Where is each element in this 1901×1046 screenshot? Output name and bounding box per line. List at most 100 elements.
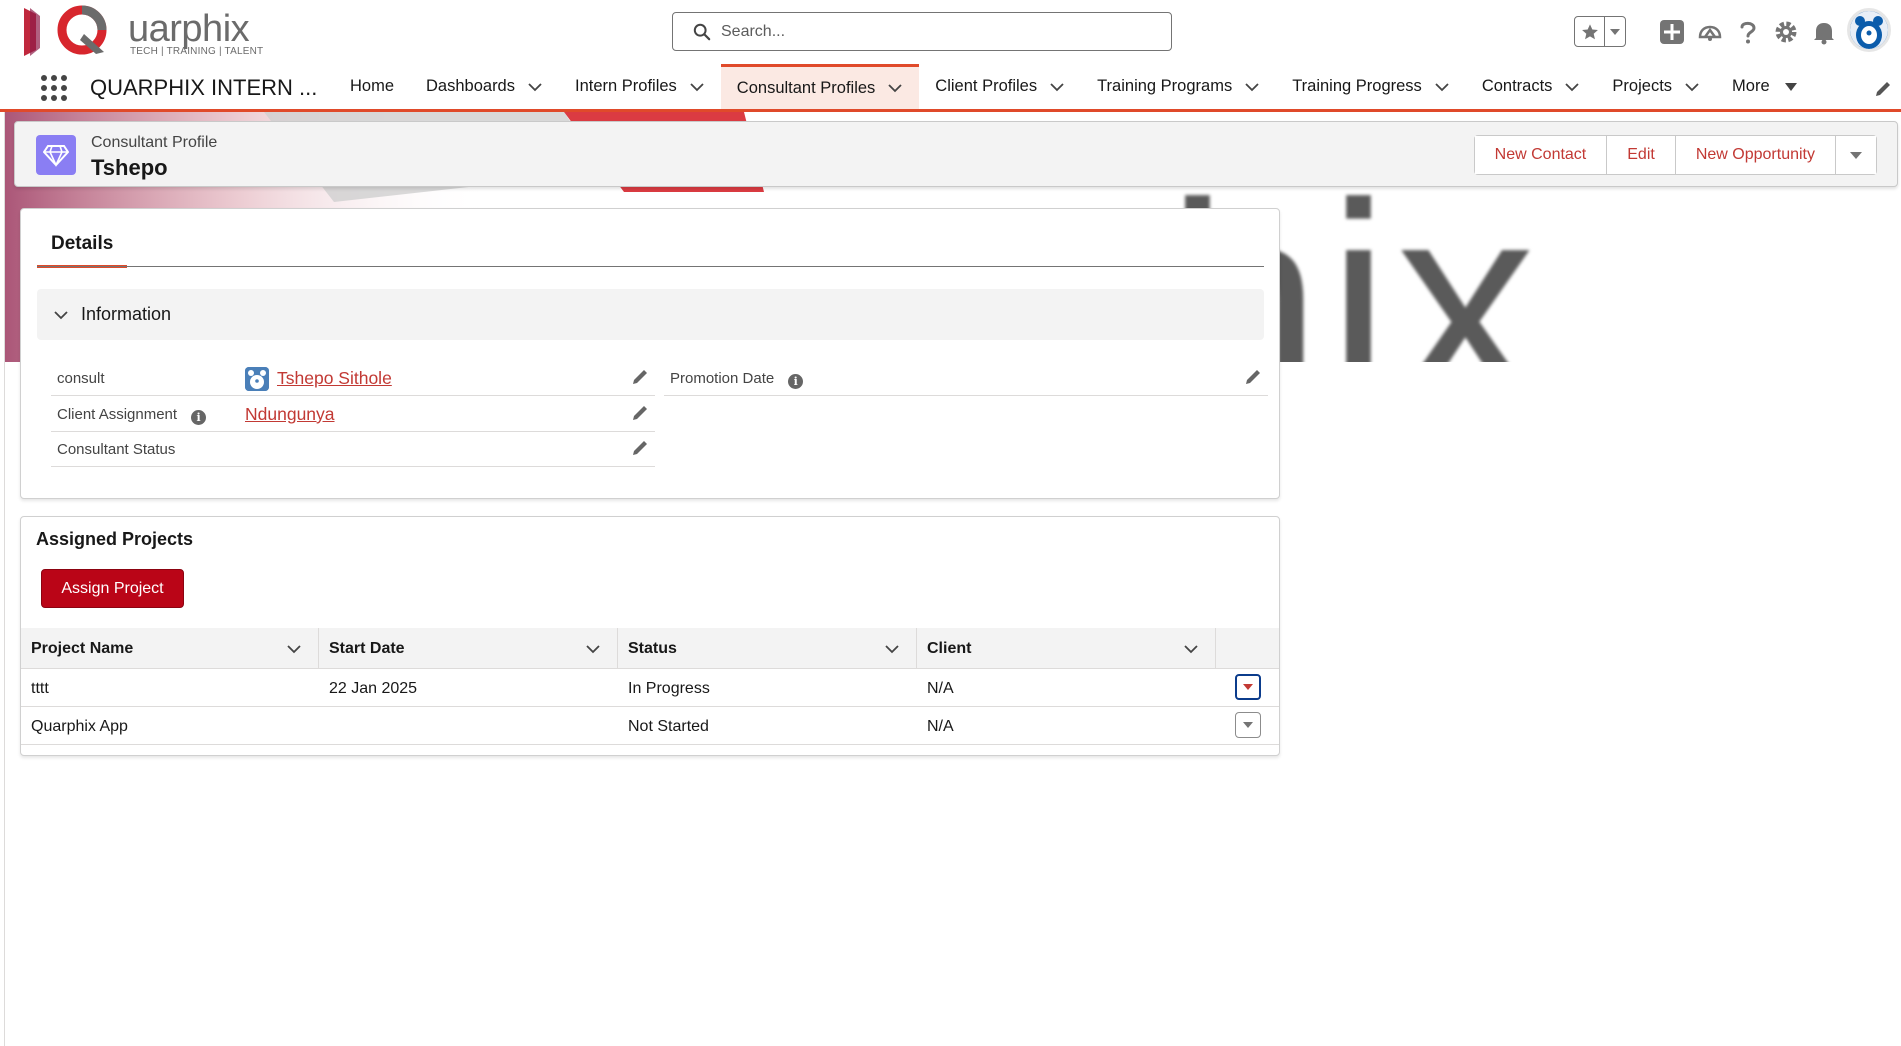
pencil-icon[interactable] <box>631 404 649 422</box>
new-opportunity-button[interactable]: New Opportunity <box>1675 136 1836 174</box>
caret-down-icon <box>1243 722 1253 728</box>
quarphix-logo[interactable]: uarphix TECH | TRAINING | TALENT <box>22 4 264 60</box>
logo-wordmark: uarphix <box>128 8 250 50</box>
table-row: Quarphix App Not Started N/A <box>21 707 1279 745</box>
edit-button[interactable]: Edit <box>1607 136 1676 174</box>
nav-item-label: Consultant Profiles <box>736 78 876 97</box>
search-input[interactable] <box>721 20 1151 44</box>
pencil-icon[interactable] <box>631 368 649 386</box>
more-actions-button[interactable] <box>1836 136 1876 174</box>
row-actions-button[interactable] <box>1235 712 1261 738</box>
edit-nav-icon[interactable] <box>1874 80 1892 98</box>
caret-down-icon <box>1243 684 1253 690</box>
chevron-down-icon[interactable] <box>1434 79 1450 95</box>
favorites-group <box>1574 16 1626 47</box>
info-icon[interactable]: i <box>191 410 207 425</box>
new-contact-button[interactable]: New Contact <box>1474 136 1608 174</box>
caret-down-icon <box>1610 28 1620 35</box>
chevron-down-icon[interactable] <box>689 79 705 95</box>
caret-down-icon <box>1850 152 1862 159</box>
field-consult: consult Tshepo Sithole <box>51 362 655 396</box>
user-avatar[interactable] <box>1847 8 1891 52</box>
chevron-down-icon[interactable] <box>1244 79 1260 95</box>
app-launcher-button[interactable] <box>40 74 68 102</box>
chevron-down-icon[interactable] <box>585 641 601 657</box>
nav-item-client-profiles[interactable]: Client Profiles <box>919 64 1081 109</box>
column-label: Project Name <box>31 640 134 657</box>
assign-project-button[interactable]: Assign Project <box>41 569 184 608</box>
nav-item-dashboards[interactable]: Dashboards <box>410 64 559 109</box>
consult-link[interactable]: Tshepo Sithole <box>277 368 392 389</box>
nav-items: Home Dashboards Intern Profiles Consulta… <box>334 64 1814 109</box>
row-actions-button[interactable] <box>1235 674 1261 700</box>
record-actions: New Contact Edit New Opportunity <box>1473 135 1877 175</box>
projects-table-header: Project Name Start Date Status Client <box>21 628 1279 669</box>
client-assignment-label-text: Client Assignment <box>57 406 178 423</box>
global-search[interactable] <box>672 12 1172 51</box>
chevron-down-icon[interactable] <box>1564 79 1580 95</box>
diamond-icon <box>43 145 69 167</box>
add-icon <box>1660 20 1684 44</box>
promotion-date-label-text: Promotion Date <box>670 370 775 387</box>
chevron-down-icon[interactable] <box>1684 79 1700 95</box>
column-header-client[interactable]: Client <box>917 628 1216 669</box>
nav-item-home[interactable]: Home <box>334 64 410 109</box>
nav-item-intern-profiles[interactable]: Intern Profiles <box>559 64 721 109</box>
help-icon <box>1740 21 1756 44</box>
notifications-button[interactable] <box>1808 16 1840 48</box>
nav-item-training-progress[interactable]: Training Progress <box>1276 64 1466 109</box>
nav-item-projects[interactable]: Projects <box>1596 64 1716 109</box>
details-card: Details Information consult Tshepo Sitho… <box>20 208 1280 499</box>
global-actions-button[interactable] <box>1656 16 1688 48</box>
record-type-label: Consultant Profile <box>91 134 218 151</box>
favorites-menu-button[interactable] <box>1605 17 1625 46</box>
column-header-start-date[interactable]: Start Date <box>319 628 618 669</box>
chevron-down-icon[interactable] <box>884 641 900 657</box>
help-button[interactable] <box>1732 16 1764 48</box>
field-label-client-assignment: Client Assignment i <box>57 406 207 425</box>
search-icon <box>693 23 711 41</box>
pencil-icon[interactable] <box>1244 368 1262 386</box>
nav-item-more[interactable]: More <box>1716 64 1814 109</box>
info-icon[interactable]: i <box>788 374 804 389</box>
field-client-assignment: Client Assignment i Ndungunya <box>51 398 655 432</box>
cell-project-name: Quarphix App <box>31 718 128 735</box>
cell-client: N/A <box>927 680 954 697</box>
setup-button[interactable] <box>1770 16 1802 48</box>
page-left-border <box>4 112 5 1046</box>
nav-item-label: Dashboards <box>426 77 515 95</box>
trailhead-button[interactable] <box>1694 16 1726 48</box>
chevron-down-icon[interactable] <box>1183 641 1199 657</box>
nav-item-label: More <box>1732 77 1770 95</box>
assigned-projects-card: Assigned Projects Assign Project Project… <box>20 516 1280 756</box>
column-header-project-name[interactable]: Project Name <box>21 628 319 669</box>
cell-start-date: 22 Jan 2025 <box>329 680 418 697</box>
consultant-profile-icon <box>36 135 76 175</box>
chevron-down-icon[interactable] <box>527 79 543 95</box>
nav-item-label: Intern Profiles <box>575 77 677 95</box>
tab-details[interactable]: Details <box>37 233 128 268</box>
cell-project-name: tttt <box>31 680 49 697</box>
chevron-down-icon[interactable] <box>1049 79 1065 95</box>
global-header: uarphix TECH | TRAINING | TALENT <box>0 0 1901 64</box>
nav-item-label: Projects <box>1612 77 1673 95</box>
nav-item-label: Training Progress <box>1292 77 1422 95</box>
favorites-star-button[interactable] <box>1575 17 1605 46</box>
section-information-header[interactable]: Information <box>37 289 1264 340</box>
nav-item-label: Home <box>350 77 395 95</box>
gear-icon <box>1775 21 1797 43</box>
client-assignment-link[interactable]: Ndungunya <box>245 404 335 425</box>
record-header: Consultant Profile Tshepo New Contact Ed… <box>14 121 1898 187</box>
nav-item-consultant-profiles[interactable]: Consultant Profiles <box>720 64 920 109</box>
field-label-consult: consult <box>57 370 105 387</box>
nav-item-contracts[interactable]: Contracts <box>1466 64 1597 109</box>
column-header-status[interactable]: Status <box>618 628 917 669</box>
chevron-down-icon[interactable] <box>286 641 302 657</box>
nav-item-training-programs[interactable]: Training Programs <box>1081 64 1276 109</box>
chevron-down-icon[interactable] <box>887 80 903 96</box>
nav-item-label: Client Profiles <box>935 77 1038 95</box>
pencil-icon[interactable] <box>631 439 649 457</box>
app-launcher-icon <box>41 75 67 101</box>
cell-client: N/A <box>927 718 954 735</box>
logo-tagline: TECH | TRAINING | TALENT <box>130 46 264 57</box>
